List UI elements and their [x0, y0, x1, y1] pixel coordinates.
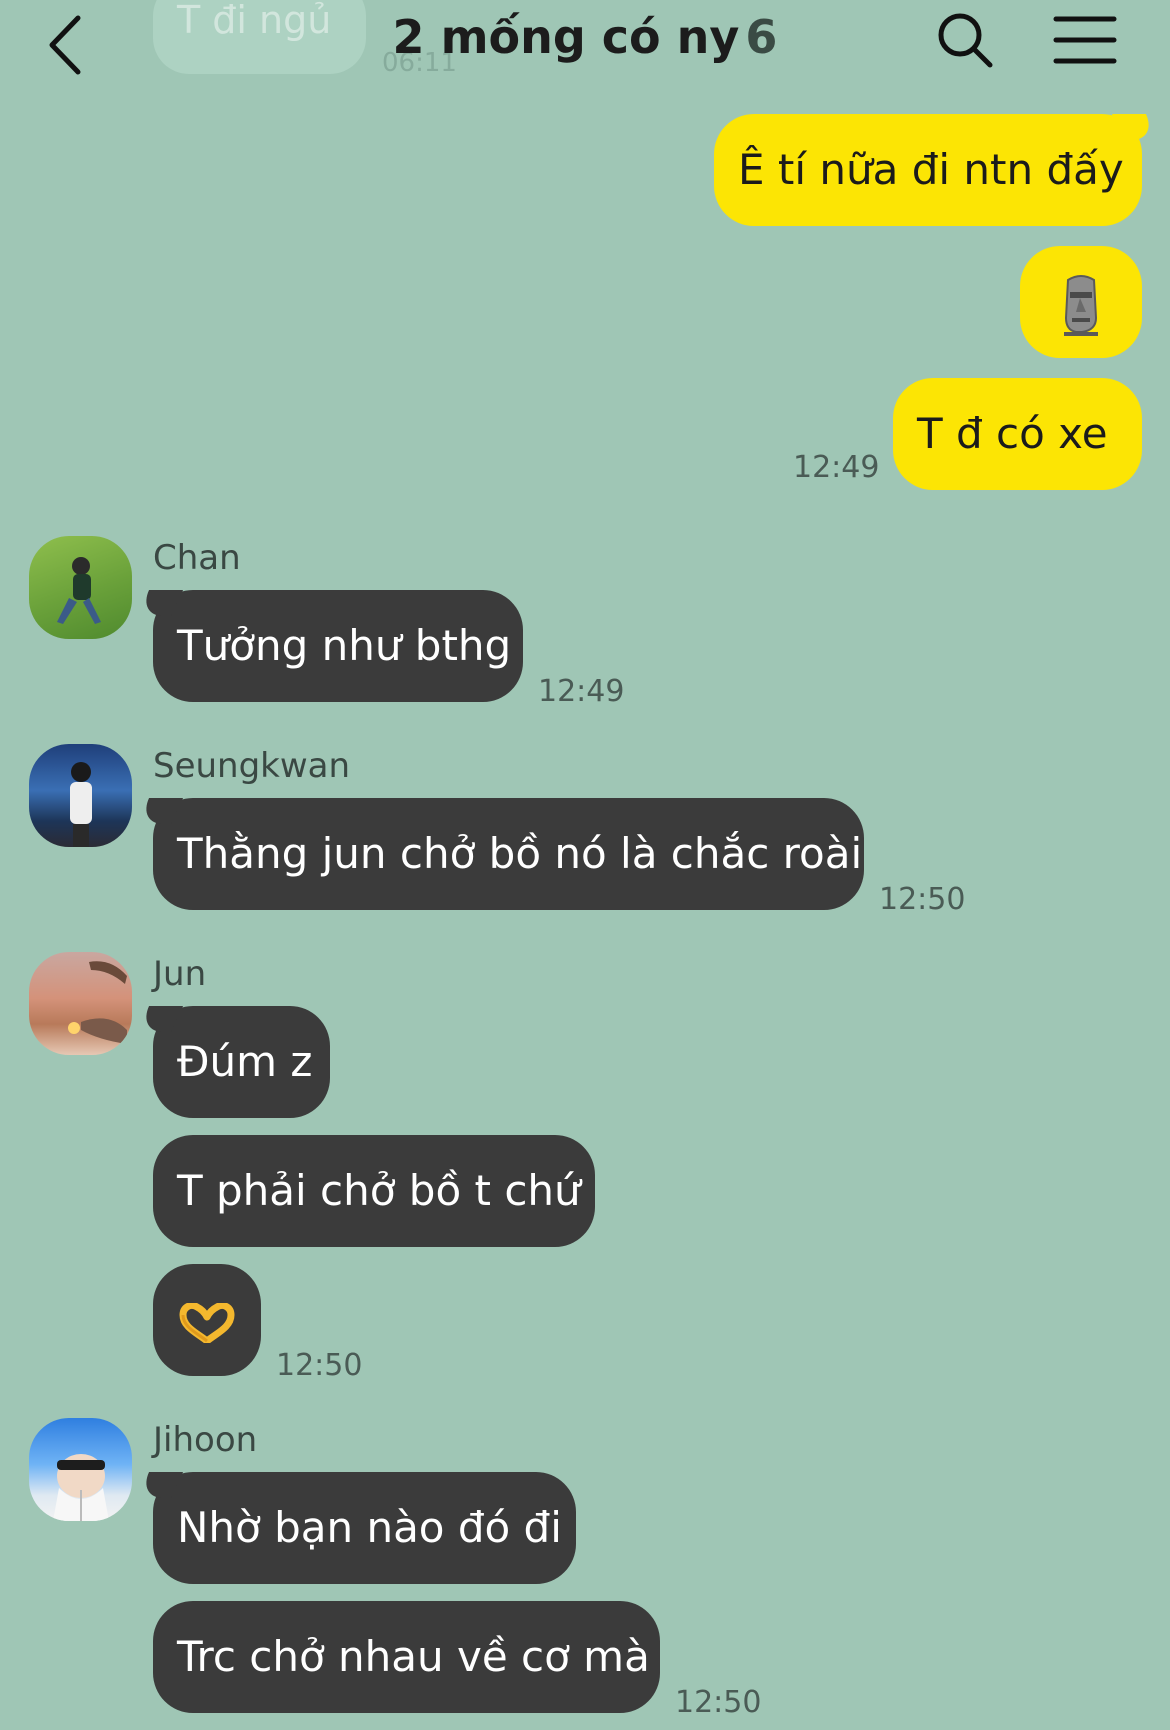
chat-header: T đi ngủ 06:11 2 mống có ny 6 [0, 0, 1170, 90]
chat-name: 2 mống có ny [392, 10, 740, 64]
their-message-bubble[interactable]: T phải chở bồ t chứ [153, 1135, 595, 1247]
their-message-bubble[interactable]: Tưởng như bthg [153, 590, 523, 702]
their-message-bubble[interactable]: Nhờ bạn nào đó đi [153, 1472, 576, 1584]
sender-name: Jihoon [153, 1420, 258, 1460]
message-time: 12:50 [675, 1685, 762, 1720]
menu-button[interactable] [1052, 14, 1118, 66]
sender-name: Jun [153, 954, 207, 994]
avatar-photo [57, 557, 101, 624]
my-message-bubble[interactable]: T đ có xe [893, 378, 1142, 490]
moai-emoji [1064, 274, 1098, 336]
message-time: 12:49 [793, 450, 880, 485]
hamburger-menu-icon [1053, 16, 1117, 64]
avatar-photo [70, 762, 92, 847]
message-time: 12:49 [538, 674, 625, 709]
search-button[interactable] [935, 10, 995, 70]
their-message-bubble[interactable]: Đúm z [153, 1006, 330, 1118]
sender-name: Seungkwan [153, 746, 351, 786]
search-icon [938, 13, 993, 68]
avatar-jihoon[interactable] [29, 1418, 132, 1521]
heart-hands-emoji [179, 1302, 235, 1343]
their-message-bubble[interactable]: Thằng jun chở bồ nó là chắc roài [153, 798, 864, 910]
my-message-bubble[interactable]: Ê tí nữa đi ntn đấy [714, 114, 1142, 226]
their-message-bubble[interactable]: Trc chở nhau về cơ mà [153, 1601, 660, 1713]
avatar-chan[interactable] [29, 536, 132, 639]
member-count: 6 [745, 10, 778, 64]
message-time: 12:50 [276, 1348, 363, 1383]
message-time: 12:50 [879, 882, 966, 917]
their-emoji-bubble[interactable] [153, 1264, 261, 1376]
sender-name: Chan [153, 538, 241, 578]
avatar-jun[interactable] [29, 952, 132, 1055]
avatar-photo [53, 1454, 109, 1521]
avatar-photo [68, 961, 127, 1044]
avatar-seungkwan[interactable] [29, 744, 132, 847]
my-emoji-bubble[interactable] [1020, 246, 1142, 358]
